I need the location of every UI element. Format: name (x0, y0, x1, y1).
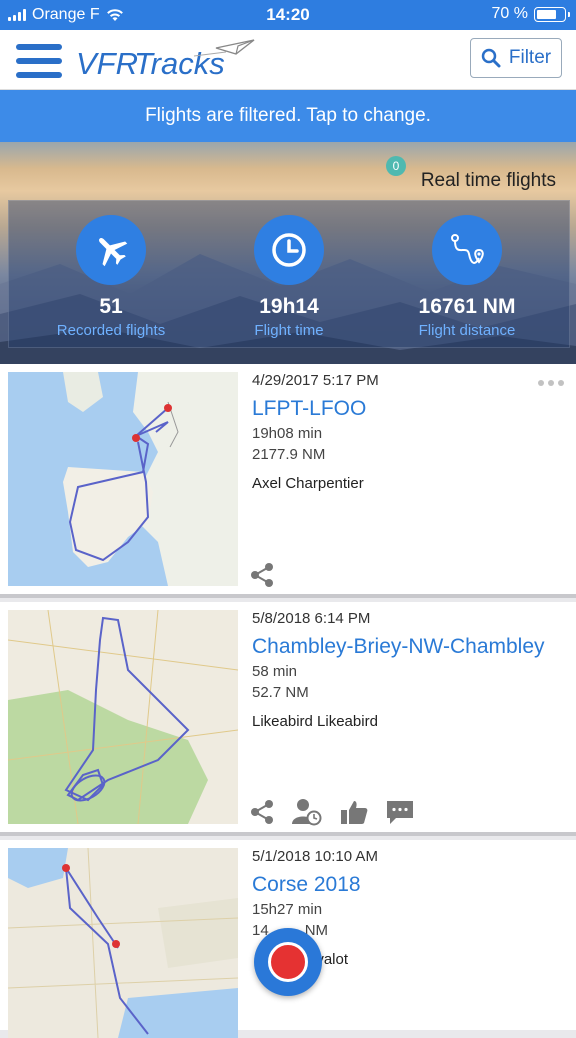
flight-distance: 2177.9 NM (252, 446, 326, 463)
stat-label: Flight distance (418, 322, 516, 339)
like-icon[interactable] (340, 799, 368, 825)
flight-info: 5/8/2018 6:14 PM Chambley-Briey-NW-Chamb… (252, 610, 566, 730)
flight-distance: 52.7 NM (252, 684, 309, 701)
svg-text:Tracks: Tracks (134, 46, 225, 81)
flight-duration: 15h27 min (252, 901, 323, 918)
app-logo: VFR Tracks (76, 39, 255, 81)
stat-value: 51 (99, 295, 123, 318)
realtime-count-badge: 0 (386, 156, 406, 176)
battery-label: 70 % (491, 5, 528, 22)
airplane-icon (76, 215, 146, 285)
flight-date: 5/1/2018 10:10 AM (252, 848, 378, 865)
follow-icon[interactable] (292, 798, 322, 826)
flight-title[interactable]: LFPT-LFOO (252, 397, 566, 421)
menu-icon[interactable] (16, 44, 62, 78)
stat-label: Flight time (254, 322, 324, 339)
app-header: VFR Tracks Filter (0, 30, 576, 90)
share-icon[interactable] (250, 562, 274, 588)
flight-pilot[interactable]: Axel Charpentier (252, 475, 566, 492)
flight-duration: 19h08 min (252, 425, 323, 442)
filter-button[interactable]: Filter (470, 38, 562, 78)
record-flight-button[interactable] (254, 928, 322, 996)
stat-label: Recorded flights (56, 322, 166, 339)
record-icon (268, 942, 308, 982)
clock: 14:20 (266, 5, 310, 24)
flight-date: 4/29/2017 5:17 PM (252, 372, 379, 389)
flight-actions (250, 562, 274, 588)
flight-title[interactable]: Corse 2018 (252, 873, 566, 897)
realtime-flights-link[interactable]: Real time flights (421, 170, 556, 192)
stat-value: 19h14 (259, 295, 319, 318)
filter-banner[interactable]: Flights are filtered. Tap to change. (0, 90, 576, 142)
stat-recorded-flights[interactable]: 51 Recorded flights (21, 215, 201, 339)
flight-map-thumbnail[interactable] (8, 610, 238, 824)
flight-card[interactable]: 5/8/2018 6:14 PM Chambley-Briey-NW-Chamb… (0, 602, 576, 836)
flight-map-thumbnail[interactable] (8, 372, 238, 586)
clock-icon (254, 215, 324, 285)
stat-value: 16761 NM (418, 295, 516, 318)
flight-map-thumbnail[interactable] (8, 848, 238, 1038)
stats-hero: 0 Real time flights 51 Recorded flights … (0, 142, 576, 364)
flight-info: 4/29/2017 5:17 PM LFPT-LFOO 19h08 min 21… (252, 372, 566, 492)
flight-duration: 58 min (252, 663, 298, 680)
stat-flight-distance[interactable]: 16761 NM Flight distance (377, 215, 557, 339)
battery-icon (534, 6, 570, 22)
stat-flight-time[interactable]: 19h14 Flight time (199, 215, 379, 339)
share-icon[interactable] (250, 799, 274, 825)
flight-pilot[interactable]: Likeabird Likeabird (252, 713, 566, 730)
svg-text:VFR: VFR (76, 46, 138, 81)
flight-title[interactable]: Chambley-Briey-NW-Chambley (252, 635, 566, 659)
comment-icon[interactable] (386, 799, 414, 825)
flight-actions (250, 798, 414, 826)
status-bar: Orange F 14:20 70 % (0, 0, 576, 30)
stats-panel: 51 Recorded flights 19h14 Flight time 16… (8, 200, 570, 348)
search-icon (481, 48, 501, 68)
flight-date: 5/8/2018 6:14 PM (252, 610, 371, 627)
flight-card[interactable]: 4/29/2017 5:17 PM LFPT-LFOO 19h08 min 21… (0, 364, 576, 598)
route-icon (432, 215, 502, 285)
filter-label: Filter (508, 47, 552, 68)
